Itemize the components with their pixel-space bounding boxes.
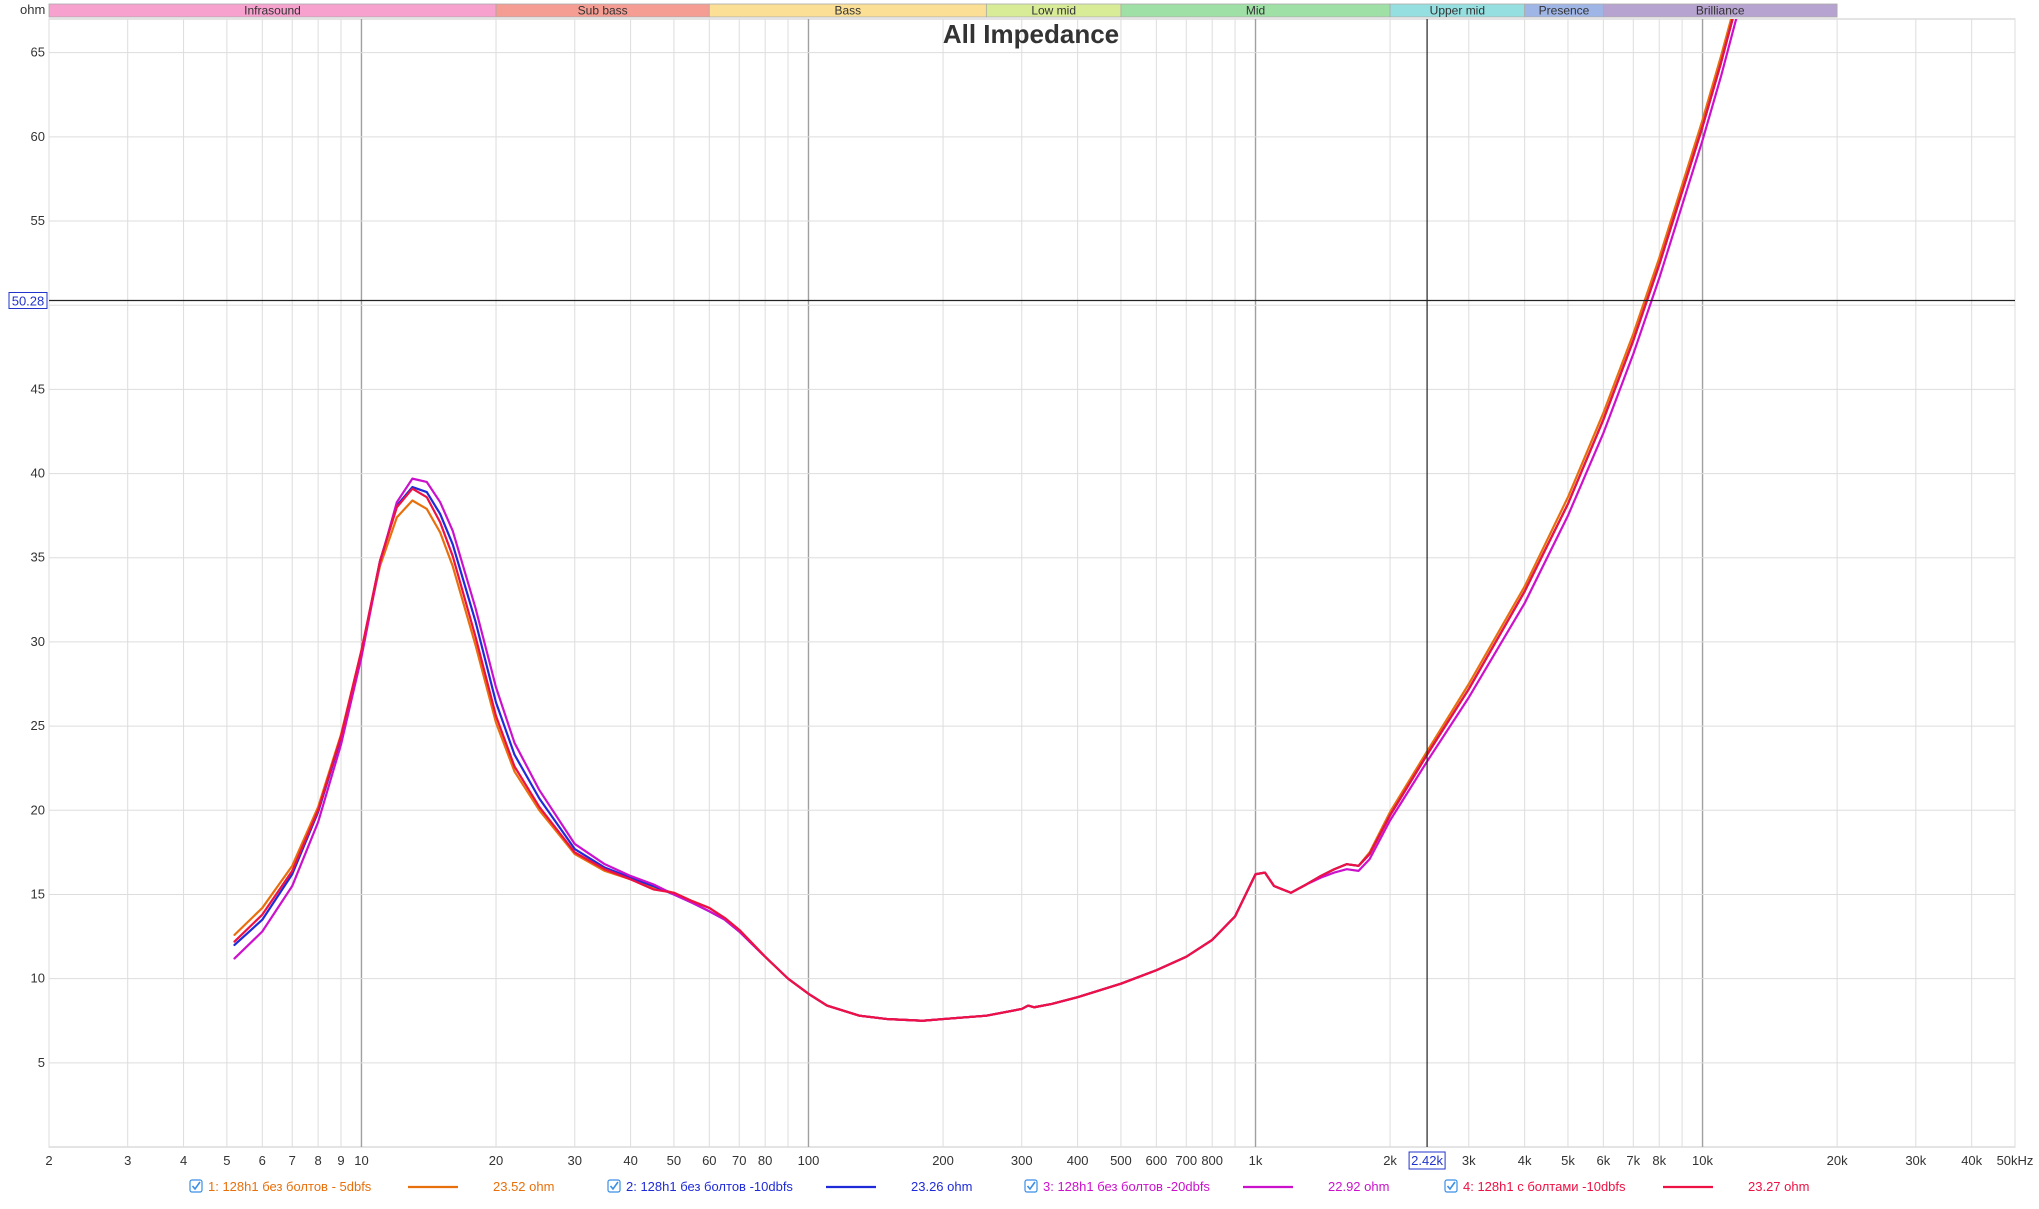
legend-series-name-4: 4: 128h1 с болтами -10dbfs	[1463, 1179, 1626, 1194]
y-tick-label: 60	[31, 129, 45, 144]
x-tick-label: 9	[337, 1153, 344, 1168]
x-tick-label: 2k	[1383, 1153, 1397, 1168]
x-tick-label: 3	[124, 1153, 131, 1168]
x-tick-label: 7	[289, 1153, 296, 1168]
x-tick-label: 80	[758, 1153, 772, 1168]
y-tick-label: 65	[31, 45, 45, 60]
y-tick-label: 45	[31, 381, 45, 396]
legend-cursor-value-4: 23.27 ohm	[1748, 1179, 1809, 1194]
plot-area	[48, 18, 2016, 1148]
x-tick-label: 4k	[1518, 1153, 1532, 1168]
legend-cursor-value-3: 22.92 ohm	[1328, 1179, 1389, 1194]
x-tick-label: 5k	[1561, 1153, 1575, 1168]
y-tick-label: 20	[31, 802, 45, 817]
legend-series-name-2: 2: 128h1 без болтов -10dbfs	[626, 1179, 793, 1194]
legend-cursor-value-1: 23.52 ohm	[493, 1179, 554, 1194]
x-tick-label: 6k	[1597, 1153, 1611, 1168]
x-tick-label: 40k	[1961, 1153, 1982, 1168]
legend[interactable]: 1: 128h1 без болтов - 5dbfs 23.52 ohm 2: 1…	[189, 1179, 1809, 1194]
x-tick-label: 60	[702, 1153, 716, 1168]
x-tick-label: 6	[259, 1153, 266, 1168]
band-label: Bass	[835, 4, 862, 18]
x-tick-label: 30	[568, 1153, 582, 1168]
x-tick-label: 70	[732, 1153, 746, 1168]
chart-title: All Impedance	[943, 19, 1119, 49]
band-label: Brilliance	[1696, 4, 1745, 18]
x-tick-label: 40	[623, 1153, 637, 1168]
x-tick-label: 8k	[1652, 1153, 1666, 1168]
x-tick-label: 800	[1201, 1153, 1223, 1168]
y-tick-label: 15	[31, 886, 45, 901]
x-tick-label: 50kHz	[1997, 1153, 2034, 1168]
x-tick-label: 600	[1145, 1153, 1167, 1168]
x-tick-label: 20	[489, 1153, 503, 1168]
x-tick-label: 500	[1110, 1153, 1132, 1168]
x-tick-label: 200	[932, 1153, 954, 1168]
band-label: Sub bass	[578, 4, 628, 18]
band-label: Low mid	[1031, 4, 1076, 18]
legend-checkbox-2[interactable]	[607, 1179, 621, 1193]
band-label: Infrasound	[244, 4, 301, 18]
legend-series-name-1: 1: 128h1 без болтов - 5dbfs	[208, 1179, 372, 1194]
y-tick-label: 40	[31, 466, 45, 481]
x-tick-label: 7k	[1626, 1153, 1640, 1168]
x-tick-label: 3k	[1462, 1153, 1476, 1168]
cursor-x-label: 2.42k	[1411, 1153, 1443, 1168]
x-tick-label: 5	[223, 1153, 230, 1168]
x-tick-label: 20k	[1827, 1153, 1848, 1168]
x-tick-label: 10k	[1692, 1153, 1713, 1168]
x-tick-label: 8	[315, 1153, 322, 1168]
legend-checkbox-1[interactable]	[189, 1179, 203, 1193]
band-label: Presence	[1539, 4, 1590, 18]
legend-series-name-3: 3: 128h1 без болтов -20dbfs	[1043, 1179, 1210, 1194]
frequency-bands: Infrasound Sub bass Bass Low mid Mid Upper mi…	[48, 4, 1838, 18]
cursor-y-label: 50.28	[12, 293, 45, 308]
x-tick-label: 700	[1175, 1153, 1197, 1168]
x-tick-label: 30k	[1905, 1153, 1926, 1168]
legend-checkbox-3[interactable]	[1024, 1179, 1038, 1193]
y-tick-label: 35	[31, 550, 45, 565]
x-tick-label: 300	[1011, 1153, 1033, 1168]
x-tick-label: 400	[1067, 1153, 1089, 1168]
legend-cursor-value-2: 23.26 ohm	[911, 1179, 972, 1194]
y-tick-label: 55	[31, 213, 45, 228]
legend-checkbox-4[interactable]	[1444, 1179, 1458, 1193]
x-tick-label: 1k	[1249, 1153, 1263, 1168]
grid	[48, 18, 2016, 1148]
x-tick-label: 50	[667, 1153, 681, 1168]
y-tick-label: 30	[31, 634, 45, 649]
x-tick-label: 2	[45, 1153, 52, 1168]
band-label: Mid	[1246, 4, 1265, 18]
chart-canvas: Infrasound Sub bass Bass Low mid Mid Upper mi…	[8, 2, 2034, 1194]
x-tick-label: 100	[798, 1153, 820, 1168]
band-label: Upper mid	[1430, 4, 1485, 18]
y-tick-label: 10	[31, 971, 45, 986]
x-tick-label: 4	[180, 1153, 187, 1168]
y-axis-label: ohm	[20, 2, 45, 17]
impedance-chart: Infrasound Sub bass Bass Low mid Mid Upper mi…	[0, 0, 2039, 1204]
y-tick-label: 25	[31, 718, 45, 733]
x-tick-label: 10	[354, 1153, 368, 1168]
y-tick-label: 5	[38, 1055, 45, 1070]
